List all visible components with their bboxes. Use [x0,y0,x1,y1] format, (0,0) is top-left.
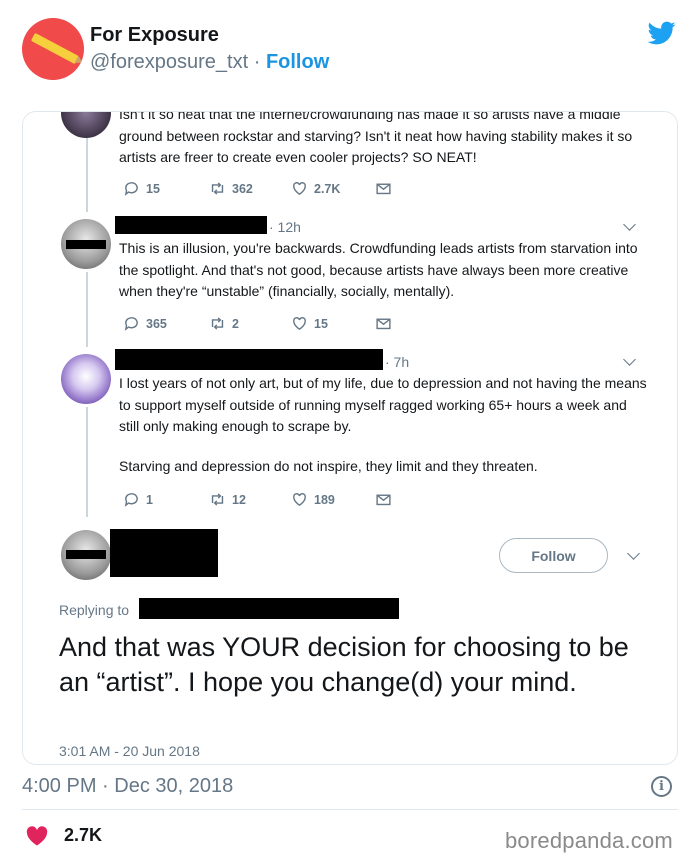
retweet-icon [211,182,224,195]
handle-separator: · [248,51,266,73]
avatar[interactable] [61,530,111,580]
like-icon [293,317,306,331]
retweet-icon [211,493,224,506]
like-icon [293,493,306,507]
retweet-count: 362 [232,181,253,196]
tweet-timestamp[interactable]: · 12h [269,219,301,235]
censored-name [115,349,383,370]
reply-count: 15 [146,181,160,196]
reply-icon [124,182,138,196]
retweet-button[interactable]: 2 [209,315,239,332]
tweet-text: I lost years of not only art, but of my … [119,375,647,434]
avatar[interactable] [61,219,111,269]
like-count: 2.7K [314,181,341,196]
author-display-name[interactable]: For Exposure [90,24,219,47]
reply-icon [124,493,138,507]
retweet-count: 12 [232,492,246,507]
reply-button[interactable]: 15 [123,180,160,197]
censored-name [110,529,218,577]
avatar[interactable] [61,354,111,404]
total-like-count: 2.7K [64,825,103,845]
censored-handle [139,598,399,619]
reply-count: 365 [146,316,167,331]
like-count: 15 [314,316,328,331]
message-icon [376,318,391,330]
avatar[interactable] [61,112,111,138]
retweet-icon [211,317,224,330]
tweet-text: Isn't it so neat that the internet/crowd… [119,111,633,165]
info-icon[interactable]: i [651,776,672,797]
follow-button[interactable]: Follow [499,538,608,573]
watermark: boredpanda.com [505,828,673,853]
reply-text: And that was YOUR decision for choosing … [59,632,629,697]
chevron-down-icon[interactable] [623,218,636,231]
tweet-text: This is an illusion, you're backwards. C… [119,240,638,299]
censor-bar [66,550,106,559]
divider [22,809,678,810]
reply-count: 1 [146,492,153,507]
chevron-down-icon[interactable] [623,353,636,366]
like-button[interactable]: 15 [291,315,328,332]
heart-icon[interactable] [26,826,48,846]
chevron-down-icon[interactable] [627,547,640,560]
embedded-screenshot: Isn't it so neat that the internet/crowd… [22,111,678,765]
message-button[interactable] [375,491,392,508]
tweet-text-2: Starving and depression do not inspire, … [119,458,538,474]
message-button[interactable] [375,180,392,197]
tweet-timestamp[interactable]: · 7h [385,354,409,370]
censored-name [115,216,267,234]
message-icon [376,183,391,195]
author-avatar[interactable] [22,18,84,80]
thread-line [86,138,88,212]
retweet-button[interactable]: 12 [209,491,246,508]
reply-timestamp[interactable]: 3:01 AM - 20 Jun 2018 [59,743,200,759]
pencil-avatar-icon [30,32,80,65]
reply-button[interactable]: 365 [123,315,167,332]
like-icon [293,182,306,196]
post-timestamp[interactable]: 4:00 PM · Dec 30, 2018 [22,775,233,798]
reply-icon [124,317,138,331]
retweet-count: 2 [232,316,239,331]
twitter-bird-icon[interactable] [646,19,678,47]
author-handle-line: @forexposure_txt · Follow [90,51,329,74]
thread-line [86,407,88,517]
follow-link[interactable]: Follow [266,51,329,73]
author-handle[interactable]: @forexposure_txt [90,51,248,73]
retweet-button[interactable]: 362 [209,180,253,197]
message-button[interactable] [375,315,392,332]
like-button[interactable]: 189 [291,491,335,508]
thread-line [86,272,88,347]
like-button[interactable]: 2.7K [291,180,340,197]
message-icon [376,494,391,506]
replying-to-label: Replying to [59,602,130,618]
like-count: 189 [314,492,335,507]
reply-button[interactable]: 1 [123,491,153,508]
censor-bar [66,240,106,249]
